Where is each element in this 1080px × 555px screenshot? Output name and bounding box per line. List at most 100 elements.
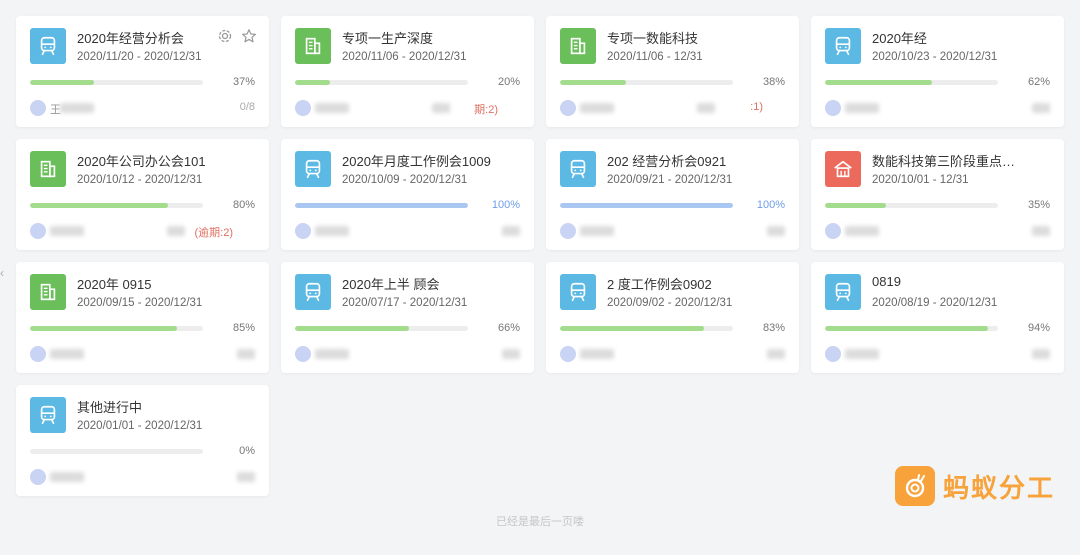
project-date-range: 2020/01/01 - 2020/12/31: [77, 420, 203, 432]
avatar: [295, 100, 311, 116]
avatar: [30, 346, 46, 362]
redacted-count: [1032, 226, 1050, 236]
project-card-13[interactable]: 其他进行中 2020/01/01 - 2020/12/31 0%: [16, 385, 269, 496]
progress-track: [295, 203, 468, 208]
project-card-10[interactable]: 2020年上半 顾会 2020/07/17 - 2020/12/31 66%: [281, 262, 534, 373]
progress-row: 35%: [825, 199, 1050, 213]
progress-fill: [295, 203, 468, 208]
project-card-2[interactable]: 专项一生产深度 2020/11/06 - 2020/12/31 20% 期:2): [281, 16, 534, 127]
redacted-owner: [315, 103, 349, 113]
avatar: [295, 346, 311, 362]
project-date-range: 2020/10/01 - 12/31: [872, 174, 969, 186]
brand-watermark: 蚂蚁分工: [895, 466, 1055, 506]
progress-percent: 62%: [1027, 76, 1050, 88]
progress-percent: 94%: [1027, 322, 1050, 334]
redacted-owner: [580, 103, 614, 113]
progress-track: [560, 203, 733, 208]
gear-icon[interactable]: [217, 28, 233, 44]
redacted-count: [767, 226, 785, 236]
project-card-7[interactable]: 202 经营分析会0921 2020/09/21 - 2020/12/31 10…: [546, 139, 799, 250]
project-card-3[interactable]: 专项一数能科技 2020/11/06 - 12/31 38% :1): [546, 16, 799, 127]
star-icon[interactable]: [241, 28, 257, 44]
project-title: 其他进行中: [77, 400, 143, 415]
project-card-1[interactable]: 2020年经营分析会 2020/11/20 - 2020/12/31 37% 王…: [16, 16, 269, 127]
building-icon: [295, 28, 331, 64]
tram-icon: [295, 274, 331, 310]
progress-fill: [560, 326, 704, 331]
snail-logo-icon: [895, 466, 935, 506]
avatar: [30, 100, 46, 116]
progress-percent: 20%: [497, 76, 520, 88]
card-footer: [825, 346, 1050, 362]
redacted-owner: [50, 226, 84, 236]
progress-track: [295, 80, 468, 85]
project-card-4[interactable]: 2020年经 2020/10/23 - 2020/12/31 62%: [811, 16, 1064, 127]
progress-percent: 83%: [762, 322, 785, 334]
redacted-owner: [60, 103, 94, 113]
progress-track: [30, 203, 203, 208]
progress-track: [825, 326, 998, 331]
redacted-owner: [315, 349, 349, 359]
redacted-owner: [580, 226, 614, 236]
card-footer: 王 0/8: [30, 100, 255, 116]
avatar: [30, 223, 46, 239]
progress-percent: 35%: [1027, 199, 1050, 211]
task-count: 0/8: [239, 101, 255, 113]
project-title: 2 度工作例会0902: [607, 277, 712, 292]
project-card-11[interactable]: 2 度工作例会0902 2020/09/02 - 2020/12/31 83%: [546, 262, 799, 373]
progress-percent: 100%: [756, 199, 785, 211]
progress-row: 100%: [560, 199, 785, 213]
building-icon: [560, 28, 596, 64]
progress-row: 94%: [825, 322, 1050, 336]
project-date-range: 2020/11/06 - 12/31: [607, 51, 703, 63]
tram-icon: [30, 28, 66, 64]
progress-row: 100%: [295, 199, 520, 213]
project-title: 2020年 0915: [77, 277, 152, 292]
progress-fill: [560, 203, 733, 208]
project-date-range: 2020/09/15 - 2020/12/31: [77, 297, 203, 309]
progress-fill: [825, 326, 988, 331]
progress-percent: 80%: [232, 199, 255, 211]
avatar: [560, 223, 576, 239]
progress-track: [30, 80, 203, 85]
redacted-owner: [580, 349, 614, 359]
avatar: [30, 469, 46, 485]
redacted-owner: [845, 226, 879, 236]
house-icon: [825, 151, 861, 187]
redacted-owner: [845, 103, 879, 113]
project-title: 2020年经营分析会: [77, 31, 184, 46]
progress-row: 0%: [30, 445, 255, 459]
project-card-8[interactable]: 数能科技第三阶段重点工作 2020/10/01 - 12/31 35%: [811, 139, 1064, 250]
project-card-9[interactable]: 2020年 0915 2020/09/15 - 2020/12/31 85%: [16, 262, 269, 373]
overdue-badge: :1): [750, 101, 763, 113]
project-title: 0819: [872, 274, 901, 289]
progress-track: [295, 326, 468, 331]
end-of-list-text: 已经是最后一页喽: [496, 516, 584, 528]
redacted-owner: [315, 226, 349, 236]
avatar: [560, 346, 576, 362]
collapse-arrow-icon[interactable]: ‹: [0, 266, 8, 290]
redacted-count: [237, 349, 255, 359]
redacted-count: [1032, 103, 1050, 113]
card-footer: [30, 346, 255, 362]
progress-fill: [560, 80, 626, 85]
project-card-12[interactable]: 0819 2020/08/19 - 2020/12/31 94%: [811, 262, 1064, 373]
tram-icon: [825, 28, 861, 64]
tram-icon: [295, 151, 331, 187]
progress-row: 38%: [560, 76, 785, 90]
card-footer: [825, 100, 1050, 116]
avatar: [825, 346, 841, 362]
card-footer: [560, 223, 785, 239]
progress-track: [30, 326, 203, 331]
project-title: 202 经营分析会0921: [607, 154, 727, 169]
card-actions: [217, 28, 257, 44]
redacted-count: [167, 226, 185, 236]
redacted-count: [432, 103, 450, 113]
project-title: 2020年上半 顾会: [342, 277, 440, 292]
project-date-range: 2020/10/09 - 2020/12/31: [342, 174, 468, 186]
progress-row: 83%: [560, 322, 785, 336]
overdue-badge: 期:2): [474, 104, 498, 116]
project-card-6[interactable]: 2020年月度工作例会1009 2020/10/09 - 2020/12/31 …: [281, 139, 534, 250]
project-card-5[interactable]: 2020年公司办公会101 2020/10/12 - 2020/12/31 80…: [16, 139, 269, 250]
card-footer: (逾期:2): [30, 223, 255, 239]
